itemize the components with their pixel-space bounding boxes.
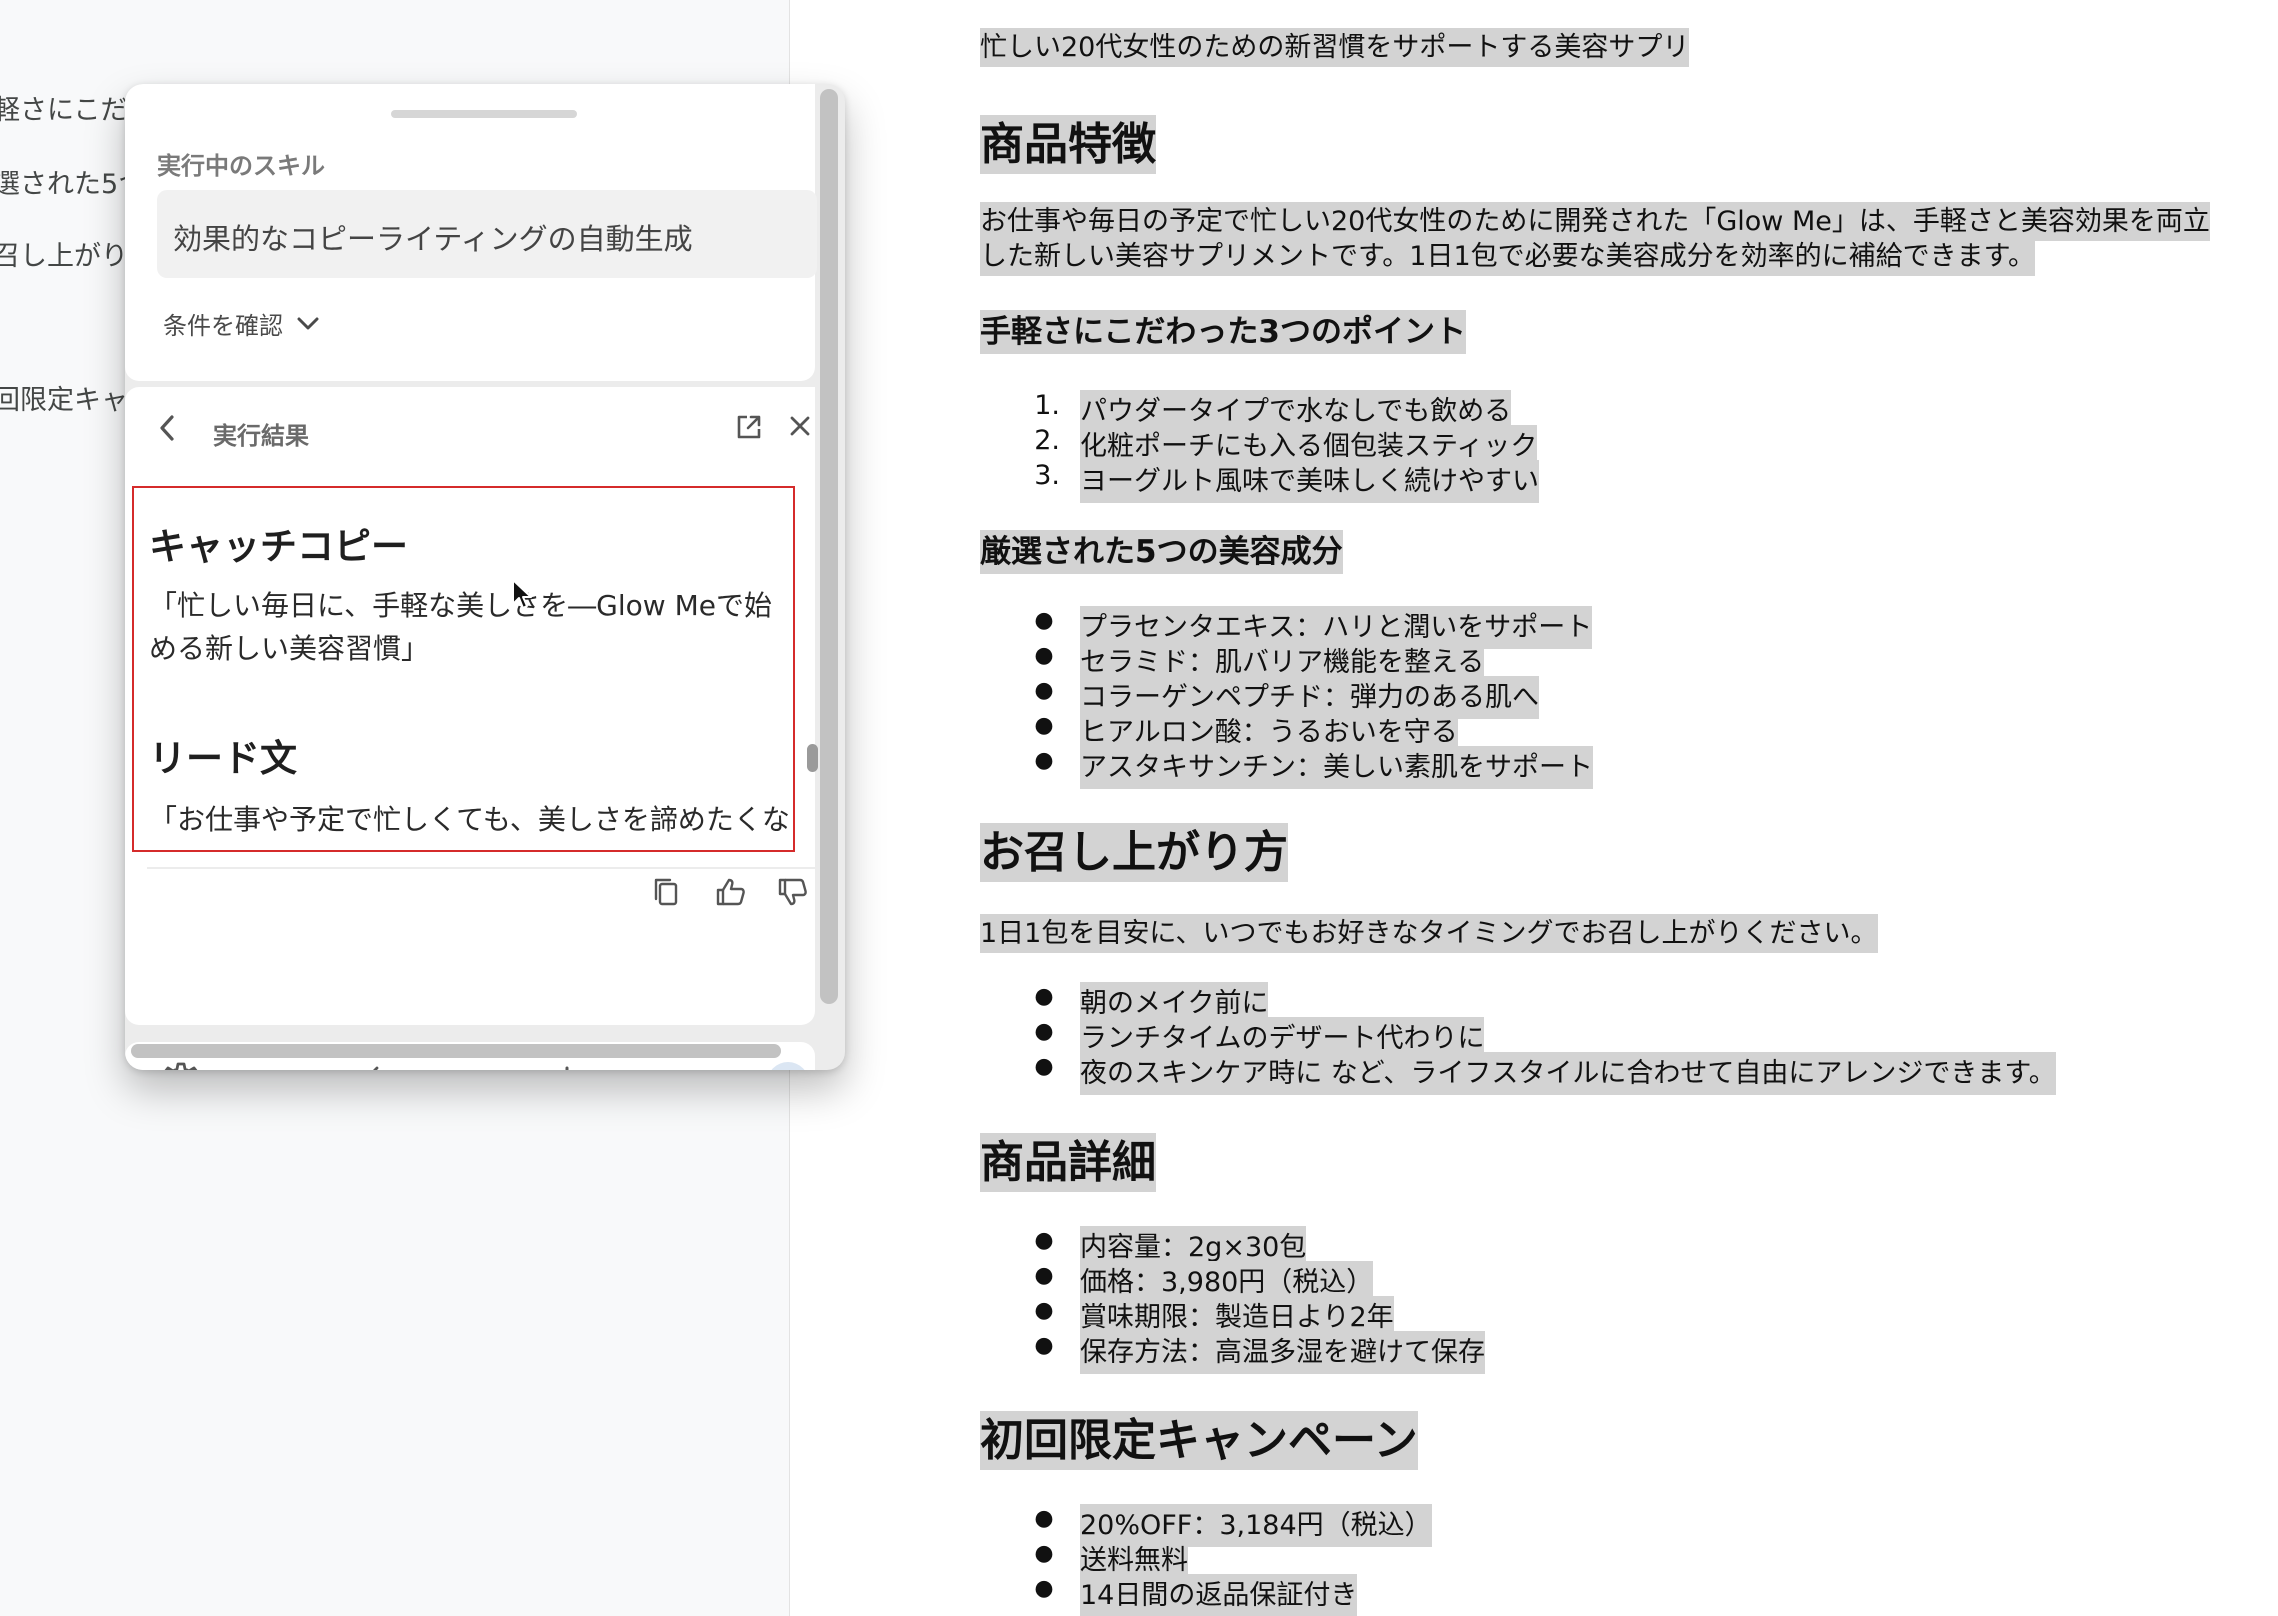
gear-icon[interactable] — [160, 1060, 202, 1070]
catch-copy-heading: キャッチコピー — [149, 525, 408, 568]
undo-icon[interactable] — [365, 1060, 405, 1070]
thumbs-up-icon[interactable] — [715, 877, 747, 907]
open-external-icon[interactable] — [736, 414, 762, 440]
heading-points: 手軽さにこだわった3つのポイント — [980, 310, 1466, 354]
thumbs-down-icon[interactable] — [777, 877, 809, 907]
result-content[interactable]: キャッチコピー 「忙しい毎日に、手軽な美しさを―Glow Meで始 める新しい美… — [132, 486, 795, 852]
lead-line1: 「お仕事や予定で忙しくても、美しさを諦めたくな — [149, 803, 790, 836]
heading-howto: お召し上がり方 — [980, 823, 1288, 882]
check-conditions-label: 条件を確認 — [163, 312, 283, 340]
result-header: 実行結果 — [125, 387, 815, 462]
panel-horizontal-scrollbar[interactable] — [131, 1044, 781, 1058]
lead-heading: リード文 — [149, 737, 297, 780]
skill-card: 実行中のスキル 効果的なコピーライティングの自動生成 条件を確認 — [125, 84, 817, 381]
features-intro-line2: した新しい美容サプリメントです。1日1包で必要な美容成分を効率的に補給できます。 — [980, 237, 2035, 276]
heading-features: 商品特徴 — [980, 115, 1156, 174]
result-card: 実行結果 キャッチコピー 「忙しい毎日に、手軽な美しさを―Glow Meで始 め… — [125, 387, 818, 1025]
panel-vertical-scrollbar[interactable] — [820, 89, 838, 1004]
document-body[interactable]: 忙しい20代女性のための新習慣をサポートする美容サプリ 商品特徴 お仕事や毎日の… — [980, 0, 2270, 1616]
mouse-cursor-icon — [512, 579, 532, 609]
skill-label: 実行中のスキル — [157, 152, 325, 180]
heading-campaign: 初回限定キャンペーン — [980, 1411, 1418, 1470]
catch-copy-line2: める新しい美容習慣」 — [149, 632, 430, 665]
ai-assist-button[interactable] — [767, 1062, 809, 1070]
result-title: 実行結果 — [213, 422, 309, 450]
sparkle-icon — [767, 1062, 809, 1070]
catch-copy-line1: 「忙しい毎日に、手軽な美しさを―Glow Meで始 — [149, 589, 772, 622]
chevron-left-icon[interactable] — [159, 415, 175, 441]
skill-panel: 実行中のスキル 効果的なコピーライティングの自動生成 条件を確認 実行結果 キャ… — [125, 84, 845, 1070]
divider — [147, 867, 815, 869]
heading-details: 商品詳細 — [980, 1133, 1156, 1192]
skill-name-box: 効果的なコピーライティングの自動生成 — [157, 190, 817, 278]
result-scrollbar[interactable] — [807, 744, 818, 772]
check-conditions-toggle[interactable]: 条件を確認 — [163, 306, 319, 341]
doc-tagline: 忙しい20代女性のための新習慣をサポートする美容サプリ — [980, 28, 1690, 67]
copy-icon[interactable] — [653, 877, 679, 907]
skill-name: 効果的なコピーライティングの自動生成 — [173, 222, 693, 256]
howto-intro: 1日1包を目安に、いつでもお好きなタイミングでお召し上がりください。 — [980, 914, 1878, 953]
chevron-down-icon — [297, 317, 319, 329]
insert-arrow-icon[interactable] — [563, 1060, 607, 1070]
features-intro-line1: お仕事や毎日の予定で忙しい20代女性のために開発された「Glow Me」は、手軽… — [980, 202, 2210, 241]
heading-ingredients: 厳選された5つの美容成分 — [980, 530, 1343, 574]
close-icon[interactable] — [789, 415, 811, 437]
drag-handle[interactable] — [391, 110, 577, 118]
